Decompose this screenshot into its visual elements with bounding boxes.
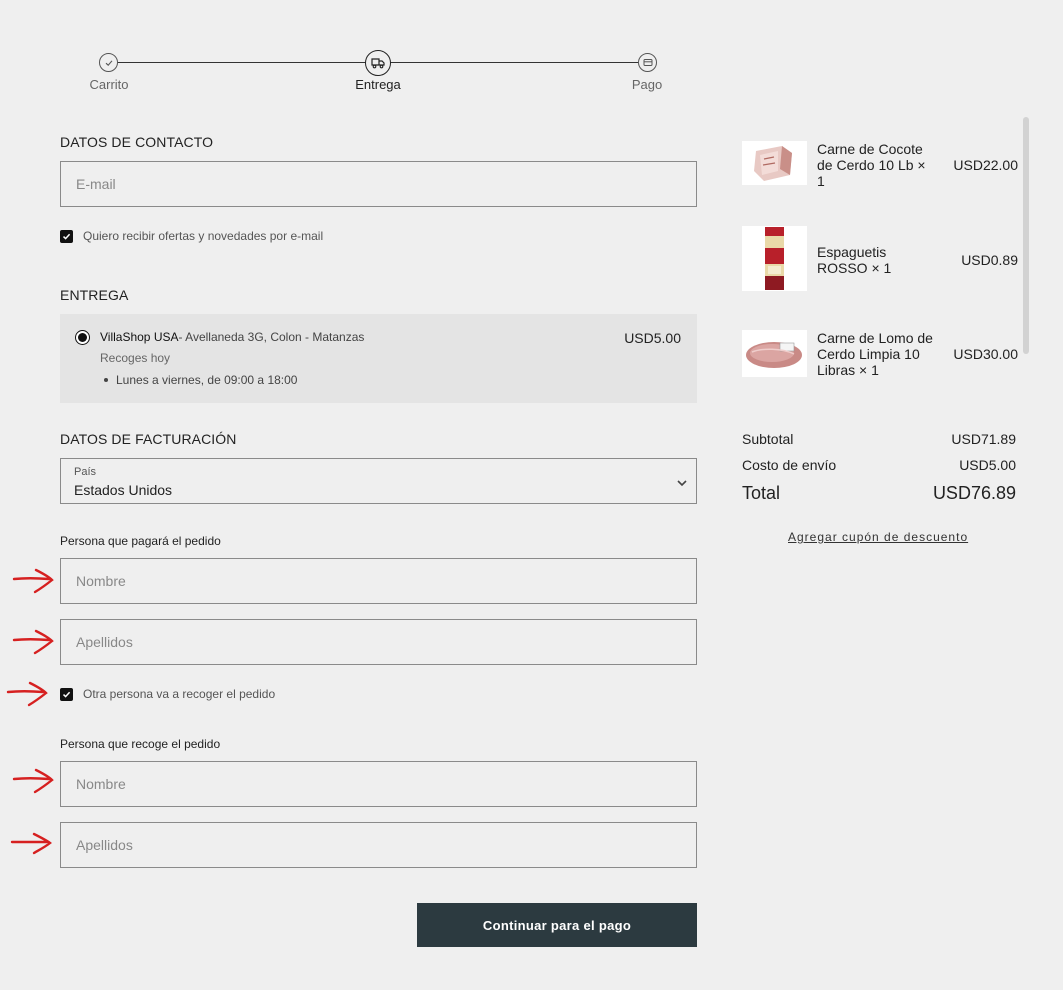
bullet-icon	[104, 378, 108, 382]
pork-cut-thumb-icon	[742, 141, 807, 185]
pickup-last-name-input[interactable]	[76, 823, 696, 867]
cart-item: Espaguetis ROSSO × 1 USD0.89	[742, 226, 1018, 291]
pickup-first-name-field[interactable]	[60, 761, 697, 807]
contact-section-title: DATOS DE CONTACTO	[60, 134, 214, 150]
delivery-price: USD5.00	[624, 330, 681, 346]
pork-loin-thumb-icon	[742, 330, 807, 377]
payer-last-name-input[interactable]	[76, 620, 696, 664]
chevron-down-icon	[676, 475, 688, 493]
payer-first-name-field[interactable]	[60, 558, 697, 604]
continue-to-payment-button[interactable]: Continuar para el pago	[417, 903, 697, 947]
email-input[interactable]	[76, 162, 696, 206]
delivery-hours: Lunes a viernes, de 09:00 a 18:00	[104, 373, 297, 387]
pickup-last-name-field[interactable]	[60, 822, 697, 868]
delivery-option[interactable]: VillaShop USA- Avellaneda 3G, Colon - Ma…	[60, 314, 697, 403]
checkout-stepper: Carrito Entrega Pago	[0, 0, 700, 100]
newsletter-checkbox[interactable]	[60, 229, 73, 243]
total-label: Total	[742, 483, 781, 503]
annotation-arrow-icon	[12, 629, 54, 655]
spaghetti-pack-thumb-icon	[742, 226, 807, 291]
subtotal-label: Subtotal	[742, 431, 794, 447]
total-value: USD76.89	[932, 483, 1016, 503]
cart-item: Carne de Lomo de Cerdo Limpia 10 Libras …	[742, 330, 1018, 380]
delivery-hours-text: Lunes a viernes, de 09:00 a 18:00	[116, 373, 298, 387]
step-label-cart[interactable]: Carrito	[89, 77, 128, 92]
newsletter-option[interactable]: Quiero recibir ofertas y novedades por e…	[60, 229, 323, 243]
shipping-label: Costo de envío	[742, 457, 837, 473]
payer-section-title: Persona que pagará el pedido	[60, 534, 221, 548]
newsletter-label: Quiero recibir ofertas y novedades por e…	[83, 229, 324, 243]
pickup-first-name-input[interactable]	[76, 762, 696, 806]
total-row: Total USD76.89	[742, 483, 1016, 504]
billing-section-title: DATOS DE FACTURACIÓN	[60, 431, 237, 447]
other-person-checkbox[interactable]	[60, 687, 73, 701]
add-coupon-link[interactable]: Agregar cupón de descuento	[788, 530, 968, 544]
delivery-truck-icon	[365, 50, 391, 76]
annotation-arrow-icon	[12, 768, 54, 794]
delivery-store-line: VillaShop USA- Avellaneda 3G, Colon - Ma…	[100, 330, 364, 344]
step-label-delivery: Entrega	[355, 77, 401, 92]
cart-item-name: Carne de Cocote de Cerdo 10 Lb × 1	[817, 141, 926, 189]
delivery-section-title: ENTREGA	[60, 287, 129, 303]
country-select[interactable]: País Estados Unidos	[60, 458, 697, 504]
shipping-row: Costo de envío USD5.00	[742, 457, 1016, 473]
annotation-arrow-icon	[10, 832, 52, 855]
step-label-payment: Pago	[631, 77, 663, 92]
country-label: País	[74, 466, 97, 478]
delivery-store-name: VillaShop USA	[100, 330, 179, 344]
subtotal-row: Subtotal USD71.89	[742, 431, 1016, 447]
subtotal-value: USD71.89	[951, 431, 1016, 447]
annotation-arrow-icon	[6, 681, 48, 707]
cart-item-price: USD0.89	[961, 252, 1018, 268]
cart-item-price: USD30.00	[953, 346, 1018, 362]
delivery-radio[interactable]	[75, 330, 90, 345]
shipping-value: USD5.00	[959, 457, 1016, 473]
cart-item-name: Espaguetis ROSSO × 1	[817, 244, 892, 276]
delivery-address: - Avellaneda 3G, Colon - Matanzas	[178, 330, 365, 344]
cart-scrollbar[interactable]	[1023, 117, 1029, 354]
country-value: Estados Unidos	[74, 482, 173, 498]
other-person-option[interactable]: Otra persona va a recoger el pedido	[60, 687, 275, 701]
payer-last-name-field[interactable]	[60, 619, 697, 665]
delivery-subtitle: Recoges hoy	[100, 351, 171, 365]
card-icon	[638, 53, 657, 72]
check-icon	[99, 53, 118, 72]
other-person-label: Otra persona va a recoger el pedido	[83, 687, 276, 701]
email-field[interactable]	[60, 161, 697, 207]
annotation-arrow-icon	[12, 568, 54, 594]
pickup-section-title: Persona que recoge el pedido	[60, 737, 221, 751]
payer-first-name-input[interactable]	[76, 559, 696, 603]
cart-item-price: USD22.00	[953, 157, 1018, 173]
cart-item: Carne de Cocote de Cerdo 10 Lb × 1 USD22…	[742, 141, 1018, 191]
cart-item-name: Carne de Lomo de Cerdo Limpia 10 Libras …	[817, 330, 933, 378]
